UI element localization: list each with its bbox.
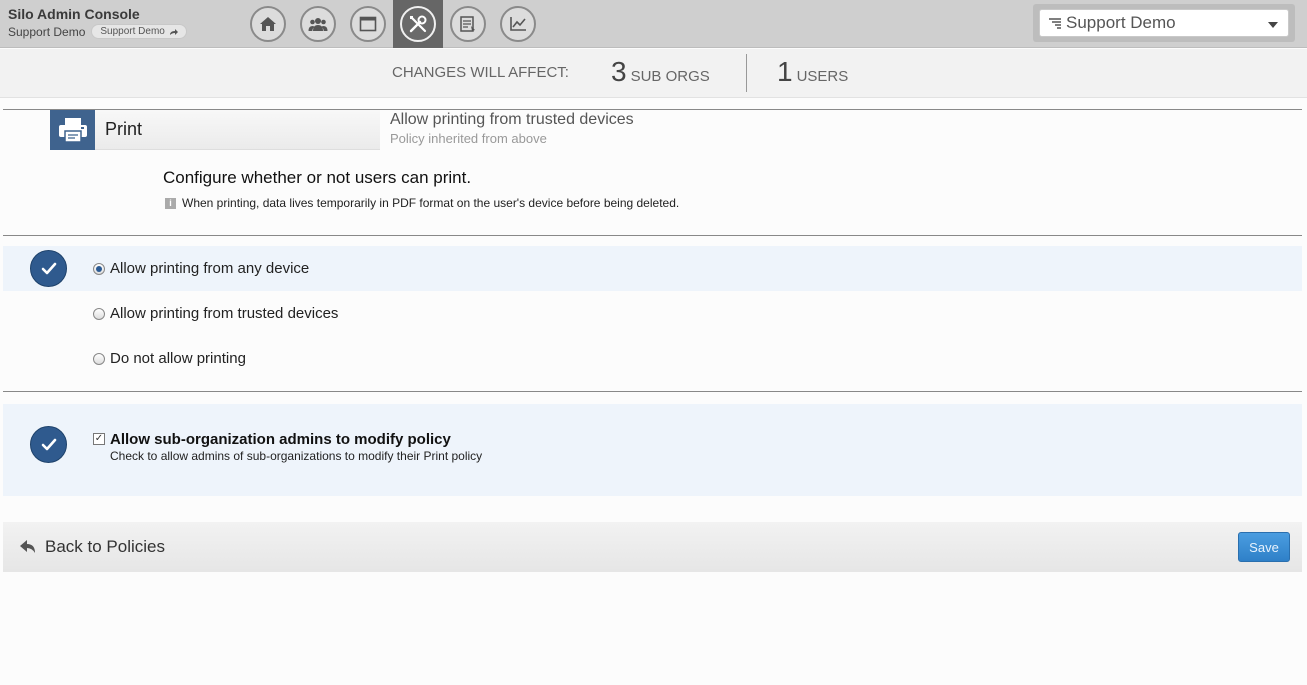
policy-inherited-note: Policy inherited from above [390, 131, 547, 146]
users-count: 1 [777, 56, 793, 87]
policy-info: i When printing, data lives temporarily … [165, 196, 679, 210]
analytics-icon [500, 6, 536, 42]
reports-icon [450, 6, 486, 42]
divider [3, 391, 1302, 392]
affect-label: CHANGES WILL AFFECT: [392, 64, 569, 81]
option-label: Allow printing from trusted devices [110, 305, 339, 322]
users-label: USERS [796, 68, 849, 85]
affect-bar: CHANGES WILL AFFECT: 3 SUB ORGS 1 USERS [0, 49, 1307, 98]
divider [746, 54, 747, 92]
brand-sub: Support Demo Support Demo [8, 24, 187, 39]
org-selector-value: Support Demo [1066, 13, 1176, 32]
option-label: Allow printing from any device [110, 260, 310, 277]
sub-orgs-label: SUB ORGS [630, 68, 710, 85]
policy-tab-label: Print [105, 119, 143, 139]
home-icon [250, 6, 286, 42]
nav-analytics[interactable] [493, 0, 543, 48]
print-options: Allow printing from any device Allow pri… [3, 246, 1302, 381]
top-bar: Silo Admin Console Support Demo Support … [0, 0, 1307, 48]
option-row-trusted-devices[interactable]: Allow printing from trusted devices [3, 291, 1302, 336]
nav-reports[interactable] [443, 0, 493, 48]
suborg-modify-checkbox[interactable]: ✓ [93, 433, 105, 445]
save-button[interactable]: Save [1238, 532, 1290, 562]
sub-orgs-count-group: 3 SUB ORGS [611, 56, 710, 88]
brand: Silo Admin Console Support Demo Support … [8, 6, 187, 39]
sub-orgs-count: 3 [611, 56, 627, 87]
back-label: Back to Policies [45, 537, 165, 556]
policy-info-text: When printing, data lives temporarily in… [182, 196, 680, 210]
suborg-policy-section: ✓ Allow sub-organization admins to modif… [3, 404, 1302, 496]
tree-list-icon [1049, 18, 1061, 29]
org-name: Support Demo [8, 24, 86, 39]
org-chip[interactable]: Support Demo [91, 24, 187, 39]
printer-icon [50, 109, 95, 150]
radio-trusted-devices[interactable] [93, 307, 105, 320]
tools-icon [400, 6, 436, 42]
radio-no-printing[interactable] [93, 352, 105, 365]
suborg-modify-label: Allow sub-organization admins to modify … [110, 431, 451, 448]
nav-tools[interactable] [393, 0, 443, 48]
org-selector[interactable]: Support Demo [1039, 9, 1289, 37]
checkmark-icon [30, 426, 67, 463]
nav-home[interactable] [243, 0, 293, 48]
share-arrow-icon [169, 28, 178, 35]
info-icon: i [165, 197, 176, 209]
back-arrow-icon [20, 540, 35, 553]
policy-description: Configure whether or not users can print… [163, 168, 472, 187]
radio-any-device[interactable] [93, 262, 105, 275]
option-row-any-device[interactable]: Allow printing from any device [3, 246, 1302, 291]
policy-current-setting: Allow printing from trusted devices [390, 111, 634, 128]
nav-window[interactable] [343, 0, 393, 48]
footer-bar: Back to Policies Save [3, 522, 1302, 572]
nav-users[interactable] [293, 0, 343, 48]
users-count-group: 1 USERS [777, 56, 848, 88]
users-icon [300, 6, 336, 42]
window-icon [350, 6, 386, 42]
org-chip-label: Support Demo [100, 26, 165, 37]
suborg-modify-help: Check to allow admins of sub-organizatio… [110, 449, 483, 463]
chevron-down-icon [1268, 22, 1278, 28]
option-row-no-printing[interactable]: Do not allow printing [3, 336, 1302, 381]
option-label: Do not allow printing [110, 350, 246, 367]
back-to-policies-link[interactable]: Back to Policies [19, 537, 165, 557]
main-nav [243, 0, 543, 48]
org-selector-wrap: Support Demo [1033, 4, 1295, 42]
app-title: Silo Admin Console [8, 6, 140, 22]
policy-tab: Print [50, 109, 380, 150]
checkmark-icon [30, 250, 67, 287]
divider [3, 235, 1302, 236]
